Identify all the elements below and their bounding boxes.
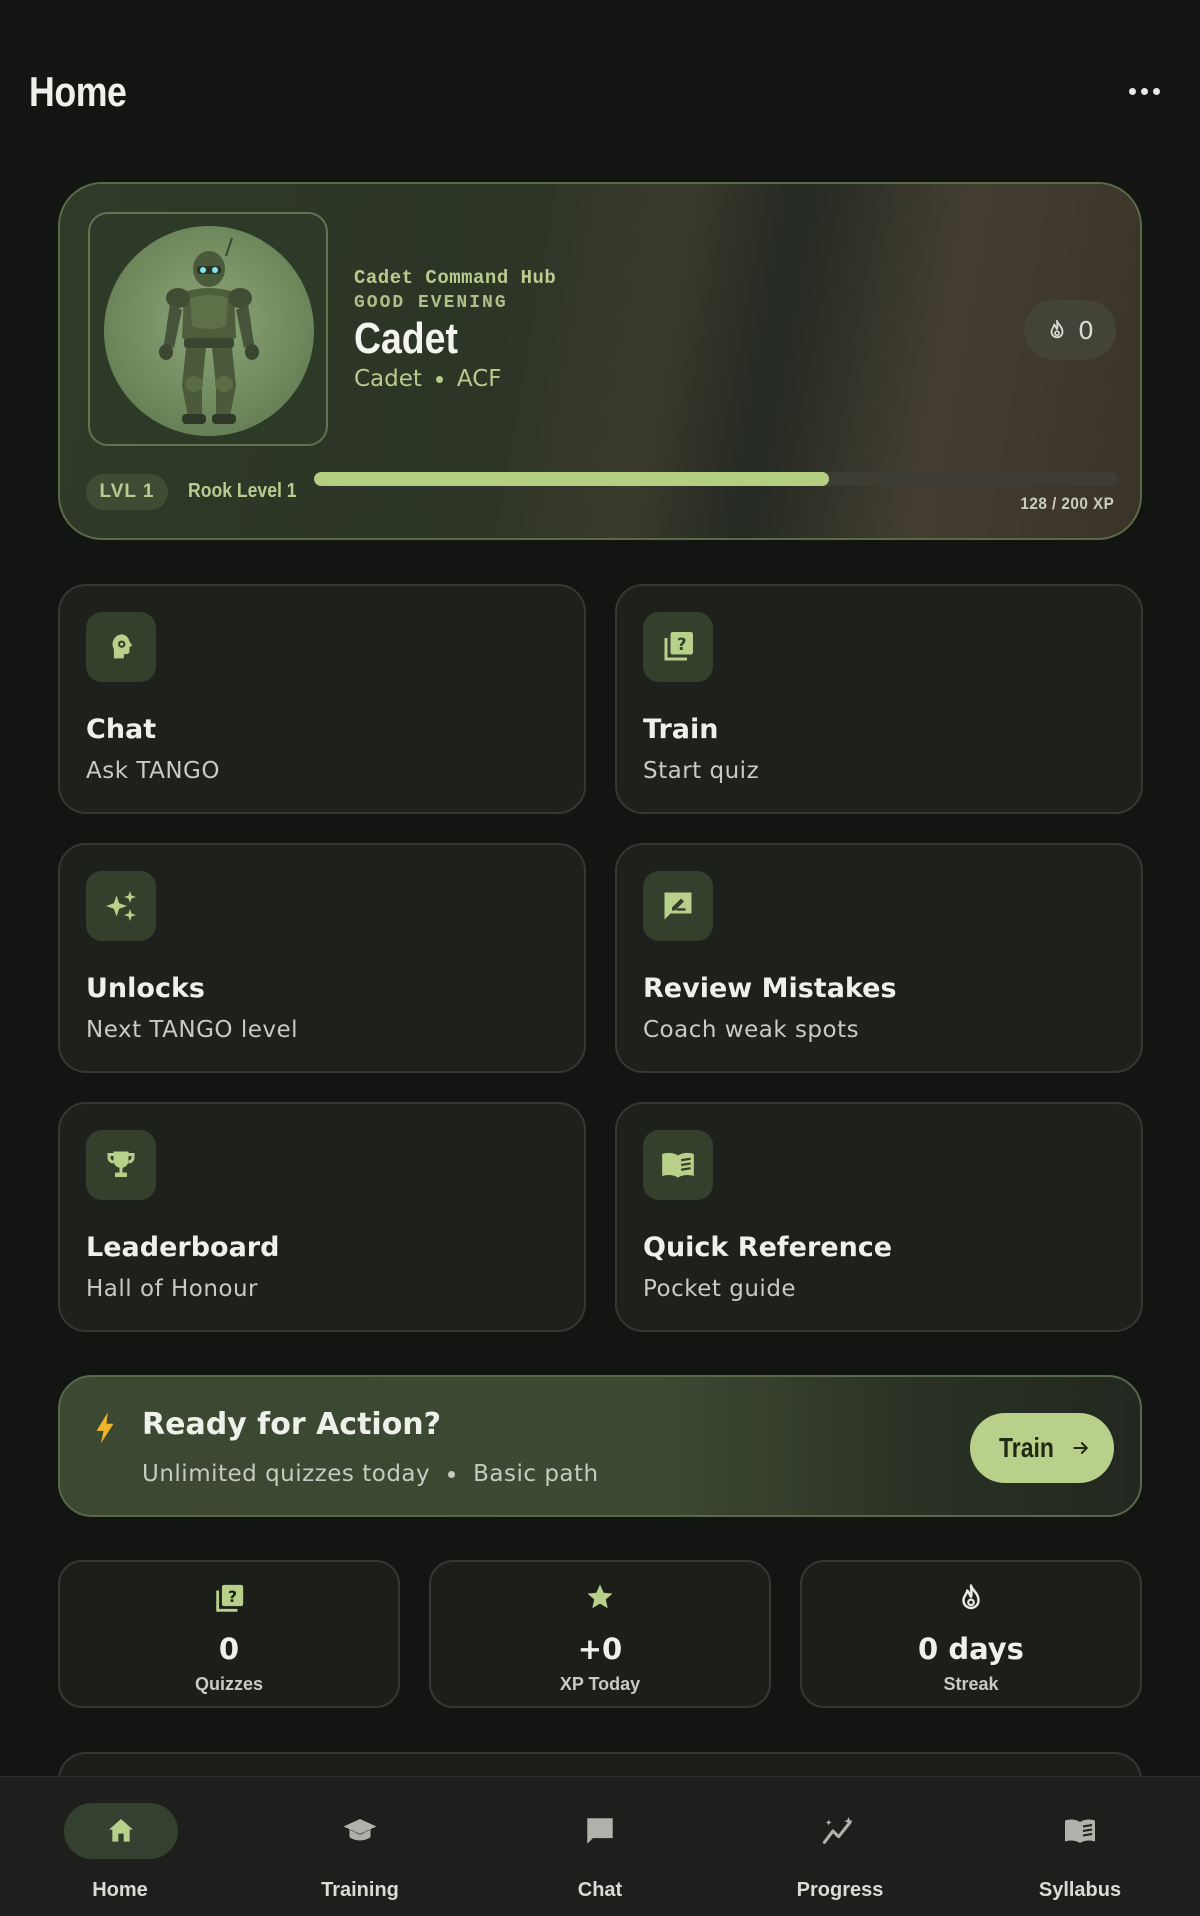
brain-head-icon	[112, 634, 133, 659]
user-role: Cadet	[354, 366, 422, 392]
more-options-button[interactable]	[1120, 74, 1168, 108]
streak-count: 0	[1078, 315, 1094, 345]
svg-text:?: ?	[677, 635, 687, 654]
xp-progress-fill	[314, 472, 829, 486]
tile-title: Train	[643, 714, 719, 745]
lightning-bolt-icon	[96, 1412, 114, 1444]
train-button-label: Train	[998, 1432, 1054, 1463]
streak-badge[interactable]: 0	[1024, 300, 1116, 360]
tile-title: Leaderboard	[86, 1232, 280, 1263]
separator-dot	[448, 1470, 456, 1478]
tile-title: Unlocks	[86, 973, 205, 1004]
stat-streak: 0 days Streak	[800, 1560, 1142, 1708]
user-name: Cadet	[354, 314, 458, 363]
tile-review-mistakes[interactable]: Review Mistakes Coach weak spots	[615, 843, 1143, 1073]
bottom-navigation: Home Training Chat Progress Syllabus	[0, 1776, 1200, 1916]
tile-subtitle: Hall of Honour	[86, 1276, 259, 1302]
nav-label: Training	[321, 1879, 399, 1901]
tile-title: Chat	[86, 714, 157, 745]
stat-label: Quizzes	[194, 1674, 264, 1694]
tile-subtitle: Start quiz	[643, 758, 760, 784]
quiz-icon: ?	[664, 632, 693, 661]
nav-label: Syllabus	[1038, 1879, 1122, 1901]
stat-label: Streak	[943, 1674, 999, 1694]
stat-value: +0	[577, 1632, 623, 1666]
cta-sub-quizzes: Unlimited quizzes today	[142, 1461, 431, 1487]
flame-icon	[1050, 319, 1064, 339]
star-icon	[587, 1584, 613, 1609]
train-button[interactable]: Train	[970, 1413, 1114, 1483]
greeting-label: GOOD EVENING	[354, 293, 508, 313]
app-header: Home	[0, 0, 1200, 180]
stat-xp-today: +0 XP Today	[429, 1560, 771, 1708]
nav-training[interactable]: Training	[240, 1777, 480, 1916]
stat-label: XP Today	[559, 1674, 641, 1694]
user-meta: Cadet ACF	[354, 366, 502, 392]
xp-progress-bar	[314, 472, 1118, 486]
arrow-right-icon	[1073, 1442, 1089, 1454]
stat-value: 0 days	[918, 1632, 1024, 1666]
graduation-cap-icon	[343, 1819, 377, 1841]
svg-text:?: ?	[228, 1588, 237, 1606]
chat-bubble-icon	[587, 1818, 613, 1844]
review-edit-icon	[664, 892, 692, 920]
stat-value: 0	[218, 1632, 240, 1666]
level-badge: LVL 1	[86, 474, 168, 510]
tile-unlocks[interactable]: Unlocks Next TANGO level	[58, 843, 586, 1073]
nav-syllabus[interactable]: Syllabus	[960, 1777, 1200, 1916]
avatar	[104, 226, 314, 436]
ready-for-action-banner[interactable]: Ready for Action? Unlimited quizzes toda…	[58, 1375, 1142, 1517]
profile-hero-card[interactable]: Cadet Command Hub GOOD EVENING Cadet Cad…	[58, 182, 1142, 540]
more-horizontal-icon	[1128, 87, 1136, 95]
tile-leaderboard[interactable]: Leaderboard Hall of Honour	[58, 1102, 586, 1332]
quiz-icon: ?	[216, 1584, 244, 1612]
sparkle-icon	[106, 891, 136, 921]
separator-dot	[435, 375, 443, 383]
cta-subtitle: Unlimited quizzes today Basic path	[142, 1461, 599, 1487]
tile-subtitle: Ask TANGO	[86, 758, 220, 784]
trend-chart-icon	[822, 1816, 853, 1844]
nav-home[interactable]: Home	[0, 1777, 240, 1916]
soldier-robot-avatar-icon	[159, 237, 259, 424]
page-title: Home	[29, 68, 127, 115]
tile-train[interactable]: ? Train Start quiz	[615, 584, 1143, 814]
rank-label: Rook Level 1	[188, 480, 297, 502]
tile-chat[interactable]: Chat Ask TANGO	[58, 584, 586, 814]
tile-subtitle: Pocket guide	[643, 1276, 797, 1302]
flame-icon	[962, 1584, 980, 1610]
nav-progress[interactable]: Progress	[720, 1777, 960, 1916]
nav-label: Chat	[577, 1879, 623, 1901]
nav-label: Home	[92, 1879, 148, 1901]
nav-chat[interactable]: Chat	[480, 1777, 720, 1916]
book-icon	[662, 1152, 694, 1178]
tile-title: Quick Reference	[643, 1232, 893, 1263]
tile-subtitle: Coach weak spots	[643, 1017, 860, 1043]
home-icon	[109, 1819, 133, 1842]
cta-title: Ready for Action?	[142, 1407, 442, 1442]
cta-sub-path: Basic path	[473, 1461, 599, 1487]
xp-text: 128 / 200 XP	[1020, 494, 1114, 513]
nav-label: Progress	[796, 1879, 884, 1901]
trophy-icon	[107, 1151, 135, 1177]
tile-title: Review Mistakes	[643, 973, 897, 1004]
book-icon	[1065, 1819, 1095, 1843]
stat-quizzes: ? 0 Quizzes	[58, 1560, 400, 1708]
user-unit: ACF	[456, 366, 502, 392]
hub-label: Cadet Command Hub	[354, 267, 557, 289]
avatar-frame	[88, 212, 328, 446]
tile-subtitle: Next TANGO level	[86, 1017, 299, 1043]
tile-quick-reference[interactable]: Quick Reference Pocket guide	[615, 1102, 1143, 1332]
